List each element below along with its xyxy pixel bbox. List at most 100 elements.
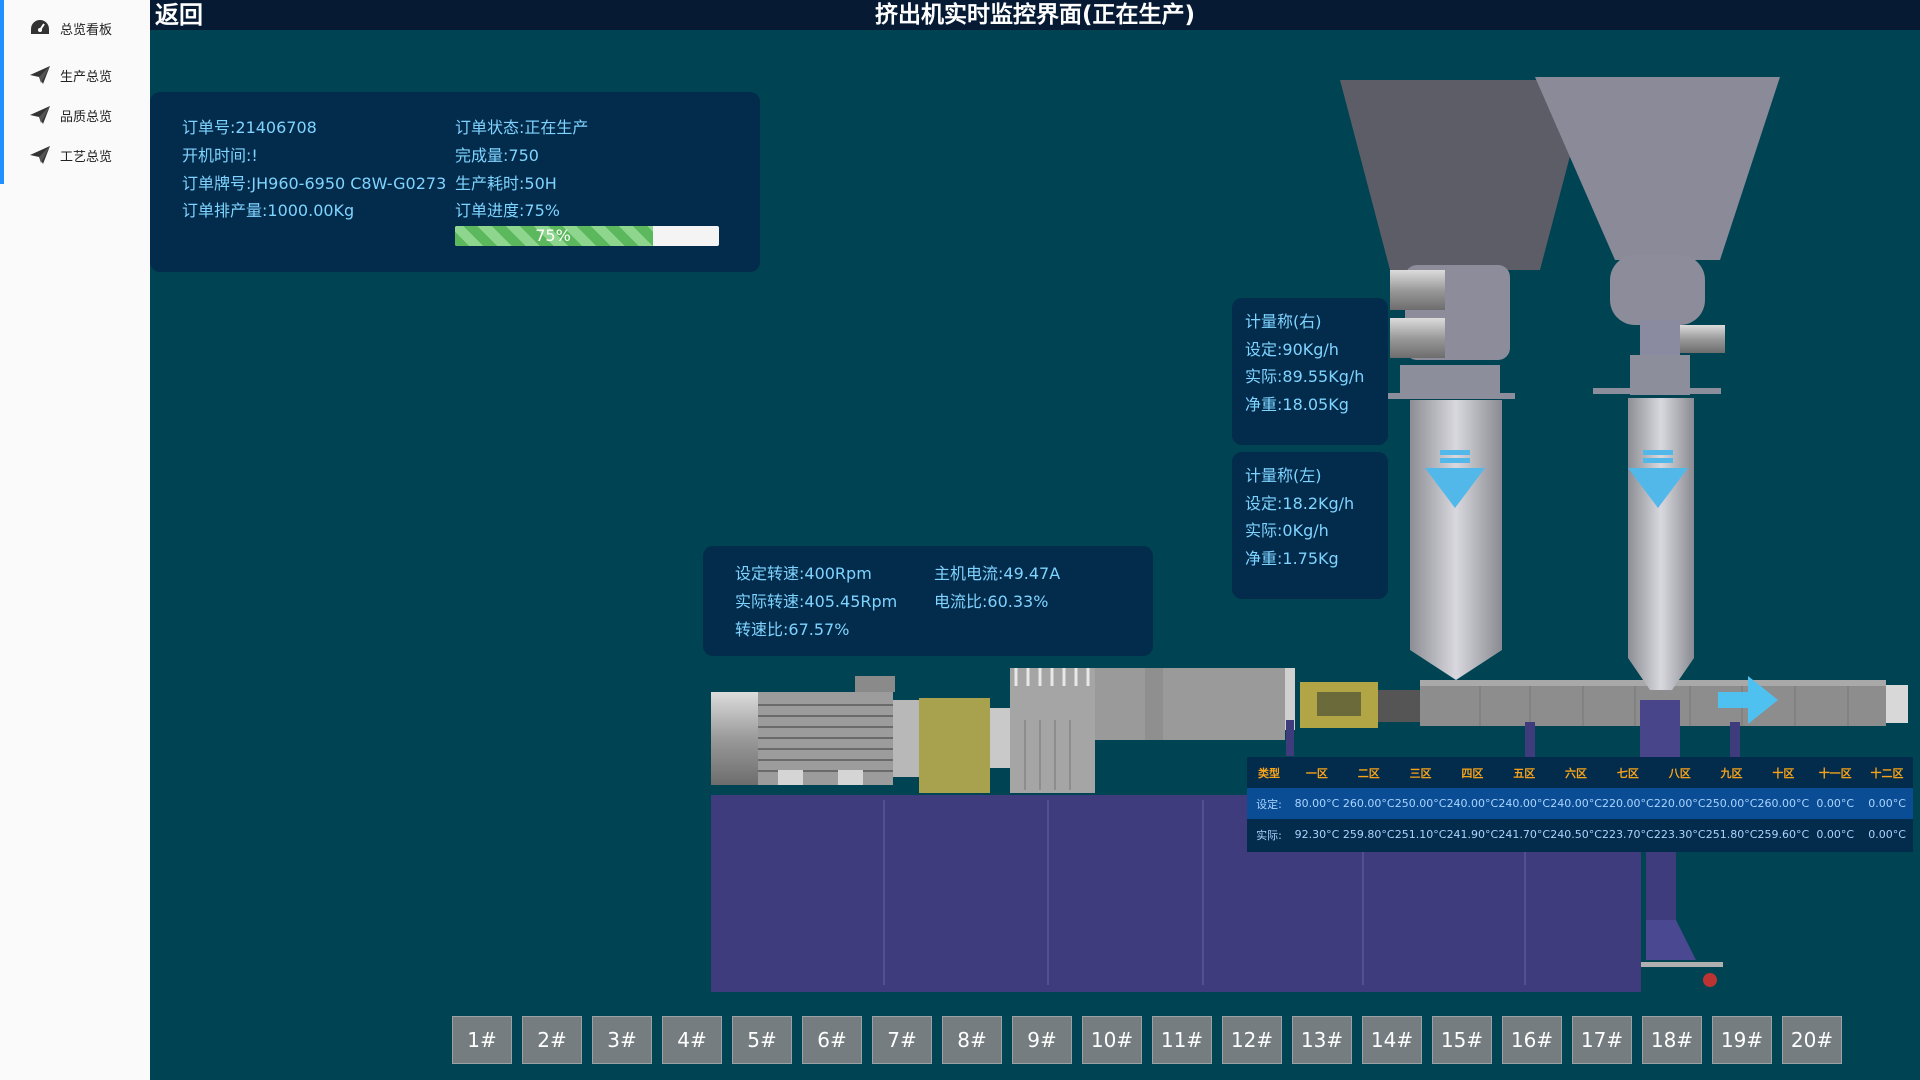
table-cell: 223.70°C — [1602, 828, 1654, 841]
table-cell: 220.00°C — [1602, 797, 1654, 810]
machine-button[interactable]: 12# — [1222, 1016, 1282, 1064]
machine-button[interactable]: 10# — [1082, 1016, 1142, 1064]
table-header: 一区 — [1305, 766, 1328, 780]
sidebar-item-label: 工艺总览 — [60, 149, 113, 165]
order-progress-bar: 75% — [455, 226, 719, 246]
machine-button[interactable]: 16# — [1502, 1016, 1562, 1064]
page-title: 挤出机实时监控界面(正在生产) — [874, 2, 1196, 28]
machine-button[interactable]: 5# — [732, 1016, 792, 1064]
temperature-set-row: 设定: 80.00°C 260.00°C 250.00°C 240.00°C 2… — [1247, 788, 1913, 819]
table-cell: 0.00°C — [1816, 797, 1855, 810]
back-button[interactable]: 返回 — [155, 0, 203, 30]
temperature-header-row: 类型 一区 二区 三区 四区 五区 六区 七区 八区 九区 十区 十一区 十二区 — [1247, 757, 1913, 788]
machine-button[interactable]: 11# — [1152, 1016, 1212, 1064]
machine-button[interactable]: 4# — [662, 1016, 722, 1064]
table-header: 类型 — [1258, 766, 1280, 780]
table-cell: 92.30°C — [1294, 828, 1340, 841]
start-time: 开机时间:! — [182, 146, 258, 165]
set-speed: 设定转速:400Rpm — [735, 564, 872, 583]
table-header: 十二区 — [1870, 766, 1904, 780]
temperature-table: 类型 一区 二区 三区 四区 五区 六区 七区 八区 九区 十区 十一区 十二区… — [1247, 757, 1913, 852]
table-cell: 240.00°C — [1446, 797, 1499, 810]
scale-left-net: 净重:1.75Kg — [1245, 549, 1339, 568]
motor-panel: 设定转速:400Rpm 实际转速:405.45Rpm 转速比:67.57% 主机… — [703, 546, 1153, 656]
table-header: 十一区 — [1818, 766, 1852, 780]
paper-plane-icon — [28, 104, 52, 126]
scale-left-set: 设定:18.2Kg/h — [1245, 494, 1355, 513]
table-cell: 260.00°C — [1342, 797, 1395, 810]
table-cell: 220.00°C — [1653, 797, 1706, 810]
table-cell: 223.30°C — [1653, 828, 1706, 841]
machine-button[interactable]: 14# — [1362, 1016, 1422, 1064]
table-cell: 251.10°C — [1394, 828, 1447, 841]
machine-button[interactable]: 19# — [1712, 1016, 1772, 1064]
table-cell: 0.00°C — [1868, 797, 1906, 810]
scale-right-title: 计量称(右) — [1245, 312, 1322, 331]
table-cell: 251.80°C — [1705, 828, 1758, 841]
scale-left-actual: 实际:0Kg/h — [1245, 521, 1329, 540]
table-header: 五区 — [1513, 766, 1536, 780]
speed-ratio: 转速比:67.57% — [735, 620, 850, 639]
table-header: 八区 — [1668, 766, 1691, 780]
machine-button[interactable]: 13# — [1292, 1016, 1352, 1064]
table-header: 六区 — [1565, 766, 1588, 780]
table-cell: 259.60°C — [1757, 828, 1810, 841]
paper-plane-icon — [28, 144, 52, 166]
scale-right-net: 净重:18.05Kg — [1245, 395, 1349, 414]
table-header: 九区 — [1720, 766, 1743, 780]
machine-button[interactable]: 3# — [592, 1016, 652, 1064]
sidebar-item-label: 品质总览 — [60, 109, 113, 125]
machine-button[interactable]: 2# — [522, 1016, 582, 1064]
table-cell: 260.00°C — [1757, 797, 1810, 810]
machine-button[interactable]: 7# — [872, 1016, 932, 1064]
table-cell: 259.80°C — [1342, 828, 1395, 841]
progress-text: 75% — [535, 226, 571, 245]
table-cell: 241.70°C — [1498, 828, 1551, 841]
table-cell: 80.00°C — [1294, 797, 1340, 810]
order-info-panel: 订单号:21406708 开机时间:! 订单牌号:JH960-6950 C8W-… — [150, 92, 760, 272]
machine-button[interactable]: 20# — [1782, 1016, 1842, 1064]
table-header: 四区 — [1461, 766, 1484, 780]
machine-button[interactable]: 9# — [1012, 1016, 1072, 1064]
table-cell: 0.00°C — [1868, 828, 1906, 841]
machine-button[interactable]: 1# — [452, 1016, 512, 1064]
planned-quantity: 订单排产量:1000.00Kg — [182, 201, 355, 220]
table-cell: 240.00°C — [1550, 797, 1602, 810]
scale-left-title: 计量称(左) — [1245, 466, 1322, 485]
current-ratio: 电流比:60.33% — [934, 592, 1049, 611]
sidebar-item-production[interactable]: 生产总览 — [28, 64, 112, 86]
scale-left-panel: 计量称(左) 设定:18.2Kg/h 实际:0Kg/h 净重:1.75Kg — [1232, 452, 1388, 599]
brand-number: 订单牌号:JH960-6950 C8W-G0273 — [182, 174, 447, 193]
scale-right-actual: 实际:89.55Kg/h — [1245, 367, 1365, 386]
machine-button[interactable]: 18# — [1642, 1016, 1702, 1064]
table-cell: 241.90°C — [1446, 828, 1499, 841]
sidebar-item-quality[interactable]: 品质总览 — [28, 104, 112, 126]
machine-selector: 1# 2# 3# 4# 5# 6# 7# 8# 9# 10# 11# 12# 1… — [452, 1016, 1842, 1064]
sidebar-item-label: 生产总览 — [60, 69, 113, 85]
sidebar: 总览看板 生产总览 品质总览 工艺总览 — [0, 0, 150, 1080]
table-header: 七区 — [1616, 766, 1639, 780]
table-cell: 250.00°C — [1394, 797, 1447, 810]
sidebar-item-process[interactable]: 工艺总览 — [28, 144, 112, 166]
scale-right-set: 设定:90Kg/h — [1245, 340, 1339, 359]
main-current: 主机电流:49.47A — [934, 564, 1061, 583]
table-cell: 240.50°C — [1550, 828, 1602, 841]
machine-button[interactable]: 8# — [942, 1016, 1002, 1064]
time-used: 生产耗时:50H — [455, 174, 557, 193]
actual-speed: 实际转速:405.45Rpm — [735, 592, 898, 611]
table-cell: 实际: — [1256, 828, 1282, 842]
table-header: 三区 — [1409, 766, 1432, 780]
table-header: 十区 — [1772, 766, 1795, 780]
machine-button[interactable]: 15# — [1432, 1016, 1492, 1064]
table-cell: 0.00°C — [1816, 828, 1855, 841]
order-progress-label: 订单进度:75% — [455, 201, 560, 220]
completed-quantity: 完成量:750 — [455, 146, 539, 165]
machine-button[interactable]: 6# — [802, 1016, 862, 1064]
paper-plane-icon — [28, 64, 52, 86]
table-header: 二区 — [1357, 766, 1380, 780]
order-number: 订单号:21406708 — [182, 118, 317, 137]
table-cell: 250.00°C — [1705, 797, 1758, 810]
machine-button[interactable]: 17# — [1572, 1016, 1632, 1064]
table-cell: 设定: — [1256, 797, 1282, 811]
temperature-actual-row: 实际: 92.30°C 259.80°C 251.10°C 241.90°C 2… — [1247, 819, 1913, 850]
